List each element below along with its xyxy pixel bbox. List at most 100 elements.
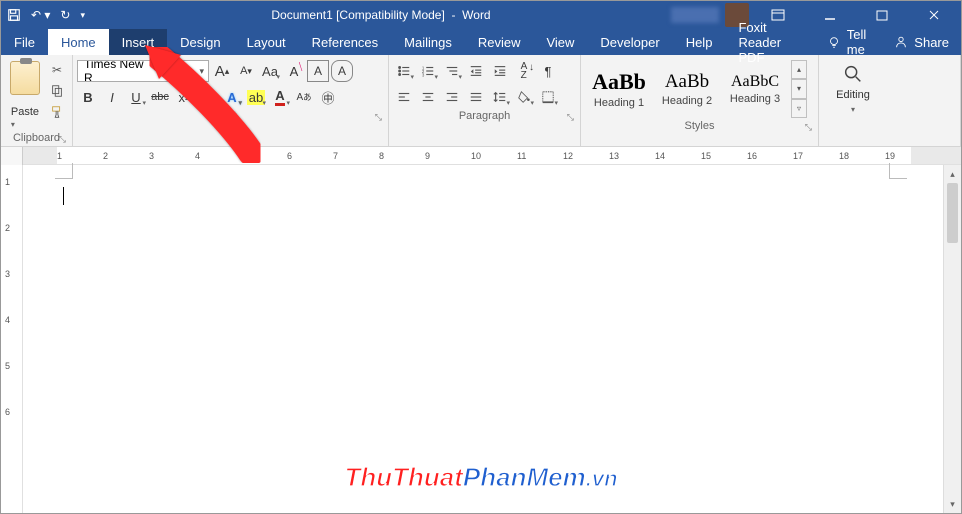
- group-font: Times New R 14 A▴ A▾ Aa A⧹ A A B I U abc…: [73, 55, 389, 146]
- italic-button[interactable]: I: [101, 86, 123, 108]
- close-button[interactable]: [911, 1, 957, 29]
- scroll-down-button[interactable]: ▾: [944, 495, 961, 513]
- bullets-button[interactable]: [393, 60, 415, 82]
- tab-review[interactable]: Review: [465, 29, 534, 55]
- tab-design[interactable]: Design: [167, 29, 233, 55]
- quick-access-toolbar: ↶ ▾ ↻ ▾: [1, 8, 91, 22]
- cut-icon[interactable]: ✂: [47, 61, 67, 79]
- font-name-combo[interactable]: Times New R: [77, 60, 169, 82]
- group-styles: AaBbHeading 1AaBbHeading 2AaBbCHeading 3…: [581, 55, 819, 146]
- style-item-0[interactable]: AaBbHeading 1: [585, 60, 653, 118]
- tab-home[interactable]: Home: [48, 29, 109, 55]
- change-case-button[interactable]: Aa: [259, 60, 281, 82]
- align-right-button[interactable]: [441, 86, 463, 108]
- char-border-button[interactable]: A: [307, 60, 329, 82]
- qat-customize-icon[interactable]: ▾: [80, 10, 85, 21]
- format-painter-icon[interactable]: [47, 103, 67, 121]
- styles-expand[interactable]: ▿: [791, 99, 807, 118]
- margin-corner-tl: [55, 163, 73, 179]
- align-left-button[interactable]: [393, 86, 415, 108]
- window-title: Document1 [Compatibility Mode] - Word: [91, 8, 671, 22]
- find-icon[interactable]: [842, 63, 864, 85]
- grow-font-button[interactable]: A▴: [211, 60, 233, 82]
- sort-button[interactable]: AZ↓: [513, 60, 535, 82]
- tab-mailings[interactable]: Mailings: [391, 29, 465, 55]
- share-icon: [894, 35, 908, 49]
- paste-icon[interactable]: [10, 61, 40, 95]
- show-marks-button[interactable]: ¶: [537, 60, 559, 82]
- tab-help[interactable]: Help: [673, 29, 726, 55]
- group-styles-label: Styles: [685, 120, 715, 132]
- maximize-button[interactable]: [859, 1, 905, 29]
- shading-button[interactable]: [513, 86, 535, 108]
- redo-icon[interactable]: ↻: [60, 8, 70, 22]
- save-icon[interactable]: [7, 8, 21, 22]
- margin-corner-tr: [889, 163, 907, 179]
- tab-view[interactable]: View: [533, 29, 587, 55]
- style-item-1[interactable]: AaBbHeading 2: [653, 60, 721, 118]
- page-body[interactable]: [23, 165, 943, 513]
- subscript-button[interactable]: x2: [173, 86, 195, 108]
- superscript-button[interactable]: x2: [197, 86, 219, 108]
- scroll-up-button[interactable]: ▴: [944, 165, 961, 183]
- minimize-button[interactable]: [807, 1, 853, 29]
- lightbulb-icon: [827, 35, 841, 49]
- styles-dialog-launcher[interactable]: ⤡: [805, 122, 812, 133]
- enclosed-text-button[interactable]: ㊥: [317, 86, 339, 108]
- multilevel-button[interactable]: [441, 60, 463, 82]
- vertical-scrollbar[interactable]: ▴ ▾: [943, 165, 961, 513]
- scroll-thumb[interactable]: [947, 183, 958, 243]
- justify-button[interactable]: [465, 86, 487, 108]
- enclosed-char-button[interactable]: A: [331, 60, 353, 82]
- title-bar-right: [671, 1, 961, 29]
- group-clipboard-label: Clipboard: [13, 132, 60, 144]
- line-spacing-button[interactable]: [489, 86, 511, 108]
- highlight-button[interactable]: ab: [245, 86, 267, 108]
- styles-scroll-up[interactable]: ▴: [791, 60, 807, 79]
- share-button[interactable]: Share: [882, 35, 961, 50]
- numbering-button[interactable]: 123: [417, 60, 439, 82]
- styles-gallery-scroll: ▴ ▾ ▿: [791, 60, 807, 118]
- bold-button[interactable]: B: [77, 86, 99, 108]
- style-item-2[interactable]: AaBbCHeading 3: [721, 60, 789, 118]
- horizontal-ruler[interactable]: 12345678910111213141516171819: [1, 147, 961, 165]
- tab-layout[interactable]: Layout: [234, 29, 299, 55]
- undo-icon[interactable]: ↶ ▾: [31, 8, 50, 22]
- text-cursor: [63, 187, 64, 205]
- clipboard-dialog-launcher[interactable]: ⤡: [59, 134, 66, 145]
- phonetic-button[interactable]: Aあ: [293, 86, 315, 108]
- tab-file[interactable]: File: [1, 29, 48, 55]
- editing-dropdown-icon[interactable]: ▾: [851, 105, 855, 114]
- borders-button[interactable]: [537, 86, 559, 108]
- tab-references[interactable]: References: [299, 29, 391, 55]
- paste-button[interactable]: Paste▾: [11, 106, 39, 130]
- editing-label[interactable]: Editing: [836, 89, 870, 101]
- text-effects-button[interactable]: A: [221, 86, 243, 108]
- group-clipboard: Paste▾ ✂ Clipboard⤡: [1, 55, 73, 146]
- tell-me-search[interactable]: Tell me: [817, 27, 877, 57]
- tab-developer[interactable]: Developer: [587, 29, 672, 55]
- decrease-indent-button[interactable]: [465, 60, 487, 82]
- document-area: 123456 ▴ ▾: [1, 165, 961, 513]
- font-size-combo[interactable]: 14: [171, 60, 209, 82]
- title-bar: ↶ ▾ ↻ ▾ Document1 [Compatibility Mode] -…: [1, 1, 961, 29]
- vertical-ruler[interactable]: 123456: [1, 165, 23, 513]
- group-paragraph-label: Paragraph: [459, 110, 510, 122]
- clear-format-button[interactable]: A⧹: [283, 60, 305, 82]
- group-paragraph: 123 AZ↓ ¶ Paragraph ⤡: [389, 55, 581, 146]
- font-dialog-launcher[interactable]: ⤡: [375, 112, 382, 123]
- underline-button[interactable]: U: [125, 86, 147, 108]
- paragraph-dialog-launcher[interactable]: ⤡: [567, 112, 574, 123]
- shrink-font-button[interactable]: A▾: [235, 60, 257, 82]
- ribbon: Paste▾ ✂ Clipboard⤡ Times New R 14 A▴ A▾…: [1, 55, 961, 147]
- align-center-button[interactable]: [417, 86, 439, 108]
- font-color-button[interactable]: A: [269, 86, 291, 108]
- tab-insert[interactable]: Insert: [109, 29, 168, 55]
- styles-scroll-down[interactable]: ▾: [791, 79, 807, 98]
- increase-indent-button[interactable]: [489, 60, 511, 82]
- copy-icon[interactable]: [47, 82, 67, 100]
- group-font-label: t: [224, 110, 236, 122]
- share-label: Share: [914, 35, 949, 50]
- tab-foxit[interactable]: Foxit Reader PDF: [725, 29, 816, 55]
- strikethrough-button[interactable]: abc: [149, 86, 171, 108]
